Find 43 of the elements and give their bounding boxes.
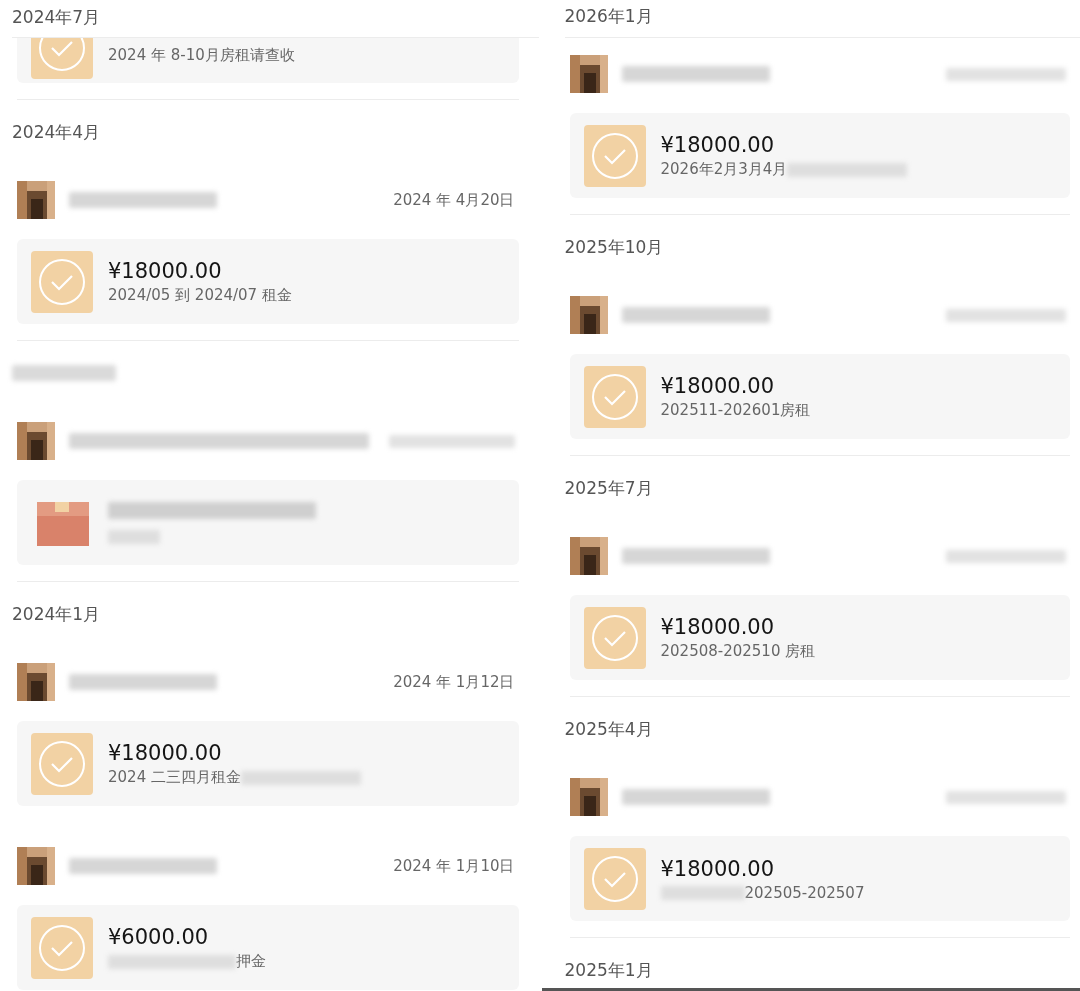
month-heading: 2025年4月 [564,717,653,741]
record-date: 2024 年 1月12日 [393,672,515,692]
amount: ¥18000.00 [660,856,776,881]
amount: ¥6000.00 [108,925,210,949]
month-heading: 2024年4月 [12,120,101,144]
transfer-card[interactable]: ¥18000.00 202508-202510 房租 [569,595,1070,680]
avatar [569,55,608,93]
transfer-card[interactable]: ¥18000.00 2026年2月3月4月 [569,113,1070,198]
transfer-card[interactable]: ¥6000.00 押金 [17,905,519,990]
month-heading: 2025年1月 [564,958,653,982]
month-heading: 2025年7月 [564,476,653,500]
amount: ¥18000.00 [660,133,776,157]
amount: ¥18000.00 [660,374,776,398]
transfer-note: 2026年2月3月4月 [660,160,788,179]
avatar [17,181,55,219]
record-date: 2024 年 1月10日 [393,856,515,876]
transfer-card[interactable]: 2024 年 8-10月房租请查收 [17,38,519,83]
avatar [17,663,55,701]
avatar [569,296,608,334]
month-heading: 2024年7月 [12,6,101,29]
amount: ¥18000.00 [108,741,223,765]
avatar [17,847,55,885]
transfer-card[interactable]: ¥18000.00 202511-202601房租 [569,354,1070,439]
record-date: 2024 年 4月20日 [393,190,515,210]
transfer-note: 202511-202601房租 [660,401,811,420]
transfer-note: 2024/05 到 2024/07 租金 [108,286,292,305]
avatar [569,537,608,575]
month-heading: 2024年1月 [12,602,101,626]
avatar [569,778,608,816]
month-heading: 2025年10月 [564,235,664,259]
transfer-note: 202505-202507 [744,883,865,902]
transfer-card[interactable]: ¥18000.00 2024/05 到 2024/07 租金 [17,239,519,324]
gift-card[interactable] [17,480,519,565]
transfer-note: 202508-202510 房租 [660,642,816,661]
avatar [17,422,55,460]
amount: ¥18000.00 [660,615,776,639]
month-heading: 2026年1月 [564,5,653,28]
transfer-note: 2024 二三四月租金 [108,768,241,787]
amount: ¥18000.00 [108,259,223,283]
transfer-note: 押金 [236,952,266,971]
transfer-card[interactable]: ¥18000.00 2024 二三四月租金 [17,721,519,806]
transfer-card[interactable]: ¥18000.00 202505-202507 [569,836,1070,921]
transfer-note: 2024 年 8-10月房租请查收 [108,46,295,65]
